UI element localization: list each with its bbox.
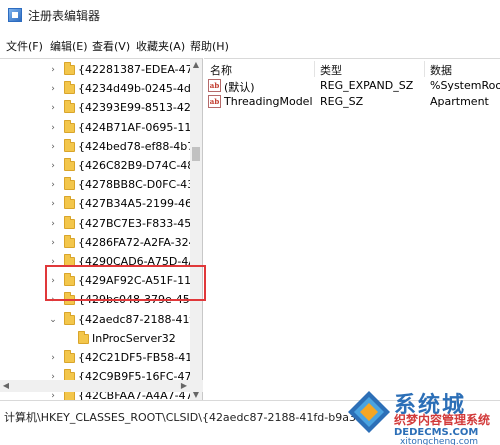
highlight-box [45,265,206,301]
value-type: REG_EXPAND_SZ [320,79,414,92]
tree-item-label: {424bed78-ef88-4b7c [78,139,190,153]
tree-item-label: {42aedc87-2188-41fd- [78,312,190,326]
tree-item[interactable]: ⌄ {42aedc87-2188-41fd- [0,311,190,330]
tree-item-label: {42281387-EDEA-477C [78,63,190,76]
string-value-icon: ab [208,79,221,92]
scroll-right-icon[interactable]: ▶ [178,380,190,392]
tree-item[interactable]: › {4278BB8C-D0FC-438( [0,176,190,195]
column-header-type[interactable]: 类型 [320,59,342,79]
menu-favorites[interactable]: 收藏夹(A) [136,38,185,54]
chevron-right-icon[interactable]: › [48,179,58,191]
watermark: 系统城 织梦内容管理系统 DEDECMS.COM xitongcheng.com [342,383,500,445]
values-pane[interactable]: 名称 类型 数据 ab (默认) REG_EXPAND_SZ %SystemRo… [204,58,500,400]
column-separator [314,61,315,77]
folder-icon [64,311,75,325]
tree-item-label: {427B34A5-2199-467e [78,197,190,211]
value-type: REG_SZ [320,95,364,108]
chevron-right-icon[interactable]: › [48,83,58,95]
tree-item-child[interactable]: InProcServer32 [0,330,190,349]
folder-icon [64,138,75,152]
chevron-down-icon[interactable]: ⌄ [48,314,58,326]
value-row[interactable]: ab ThreadingModel REG_SZ Apartment [204,93,500,111]
diamond-logo-icon [348,391,390,433]
folder-icon [64,215,75,229]
tree-item[interactable]: › {4234d49b-0245-4df3 [0,80,190,99]
status-path: 计算机\HKEY_CLASSES_ROOT\CLSID\{42aedc87-21… [4,411,380,424]
string-value-icon: ab [208,95,221,108]
watermark-subtitle: 织梦内容管理系统 [394,413,491,427]
column-header-data[interactable]: 数据 [430,59,452,79]
tree-item-label: InProcServer32 [92,331,176,345]
scroll-up-icon[interactable]: ▲ [190,59,202,71]
folder-icon [64,158,75,171]
tree-item-label: {426C82B9-D74C-487 [78,159,190,172]
tree-horizontal-scrollbar[interactable]: ◀ ▶ [0,380,203,392]
chevron-right-icon[interactable]: › [48,352,58,364]
tree-item-label: {42393E99-8513-42d3 [78,101,190,115]
tree-item[interactable]: › {4286FA72-A2FA-3245 [0,234,190,253]
tree-item-label: {4234d49b-0245-4df3 [78,82,190,96]
folder-icon [64,100,75,114]
value-data: %SystemRoot [430,79,500,92]
tree-item[interactable]: › {426C82B9-D74C-487 [0,157,190,176]
chevron-right-icon[interactable]: › [48,237,58,249]
scroll-thumb[interactable] [192,147,200,161]
menu-bar: 文件(F) 编辑(E) 查看(V) 收藏夹(A) 帮助(H) [0,38,500,58]
scroll-left-icon[interactable]: ◀ [0,380,12,392]
key-tree-pane[interactable]: › {42281387-EDEA-477C › {4234d49b-0245-4df3… [0,58,203,400]
tree-item[interactable]: › {424bed78-ef88-4b7c [0,138,190,157]
tree-item[interactable]: › {427BC7E3-F833-4584 [0,215,190,234]
tree-item-label: {4278BB8C-D0FC-438( [78,178,190,192]
chevron-right-icon[interactable]: › [48,122,58,134]
folder-icon [64,234,75,248]
tree-item-label: {424B71AF-0695-11D2 [78,120,190,134]
title-bar: 注册表编辑器 [0,0,500,30]
chevron-right-icon[interactable]: › [48,64,58,76]
chevron-right-icon[interactable]: › [48,160,58,172]
value-data: Apartment [430,95,489,108]
column-header-name[interactable]: 名称 [210,59,232,79]
window-title: 注册表编辑器 [28,9,101,23]
folder-icon [64,62,75,75]
column-separator [424,61,425,77]
tree-item[interactable]: › {42C21DF5-FB58-4102 [0,349,190,368]
tree-vertical-scrollbar[interactable]: ▲ ▼ [190,59,202,400]
folder-icon [64,388,75,400]
regedit-app-icon [8,8,22,22]
menu-view[interactable]: 查看(V) [92,38,130,54]
chevron-right-icon[interactable]: › [48,102,58,114]
value-name: ThreadingModel [224,95,313,108]
tree-item[interactable]: › {42393E99-8513-42d3 [0,99,190,118]
menu-file[interactable]: 文件(F) [6,38,43,54]
folder-icon [78,330,89,344]
folder-icon [64,196,75,210]
chevron-right-icon[interactable]: › [48,141,58,153]
folder-icon [64,81,75,95]
folder-icon [64,119,75,133]
watermark-url-secondary: xitongcheng.com [400,437,478,445]
menu-edit[interactable]: 编辑(E) [50,38,88,54]
tree-item[interactable]: › {42281387-EDEA-477C [0,61,190,80]
tree-item-label: {42C21DF5-FB58-4102 [78,351,190,364]
tree-item-label: {4286FA72-A2FA-3245 [78,235,190,249]
folder-icon [64,350,75,363]
chevron-right-icon[interactable]: › [48,218,58,230]
tree-item[interactable]: › {424B71AF-0695-11D2 [0,119,190,138]
chevron-right-icon[interactable]: › [48,198,58,210]
folder-icon [64,177,75,191]
tree-item-label: {427BC7E3-F833-4584 [78,216,190,230]
menu-help[interactable]: 帮助(H) [190,38,229,54]
tree-item[interactable]: › {427B34A5-2199-467e [0,195,190,214]
